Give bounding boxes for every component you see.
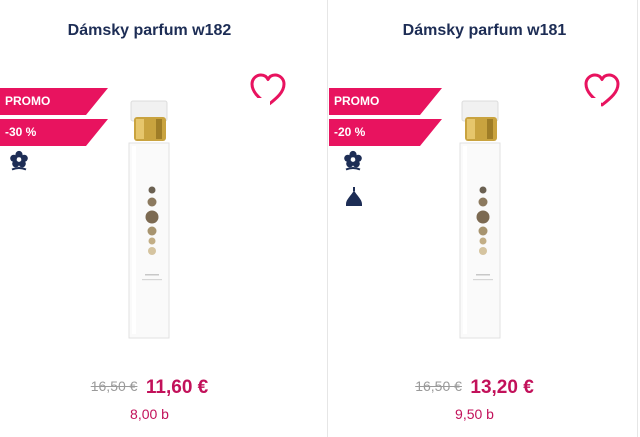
perfume-drop-icon bbox=[346, 187, 362, 206]
grid-divider bbox=[637, 0, 638, 437]
sale-price: 13,20 € bbox=[470, 377, 534, 398]
discount-badge: -20 % bbox=[329, 119, 442, 146]
old-price: 16,50 € bbox=[415, 378, 462, 394]
product-card[interactable]: Dámsky parfum w182 PROMO -30 % 16,50 € 1… bbox=[0, 0, 328, 437]
flower-icon bbox=[10, 150, 28, 171]
old-price: 16,50 € bbox=[90, 378, 138, 394]
discount-badge: -30 % bbox=[0, 119, 108, 146]
points-value: 9,50 b bbox=[455, 406, 494, 422]
price-row: 16,50 € 11,60 € bbox=[0, 377, 313, 399]
flower-icon bbox=[344, 150, 362, 171]
promo-badge: PROMO bbox=[0, 88, 108, 115]
price-row: 16,50 € 13,20 € bbox=[319, 377, 630, 399]
product-card[interactable]: Dámsky parfum w181 PROMO -20 % 16,50 € 1… bbox=[329, 0, 640, 437]
points-value: 8,00 b bbox=[130, 406, 169, 422]
sale-price: 11,60 € bbox=[145, 377, 209, 398]
product-image[interactable] bbox=[451, 98, 601, 348]
product-grid: Dámsky parfum w182 PROMO -30 % 16,50 € 1… bbox=[0, 0, 640, 437]
product-title[interactable]: Dámsky parfum w182 bbox=[0, 22, 313, 40]
product-image[interactable] bbox=[120, 98, 270, 348]
product-title[interactable]: Dámsky parfum w181 bbox=[329, 22, 640, 40]
promo-badge: PROMO bbox=[329, 88, 442, 115]
